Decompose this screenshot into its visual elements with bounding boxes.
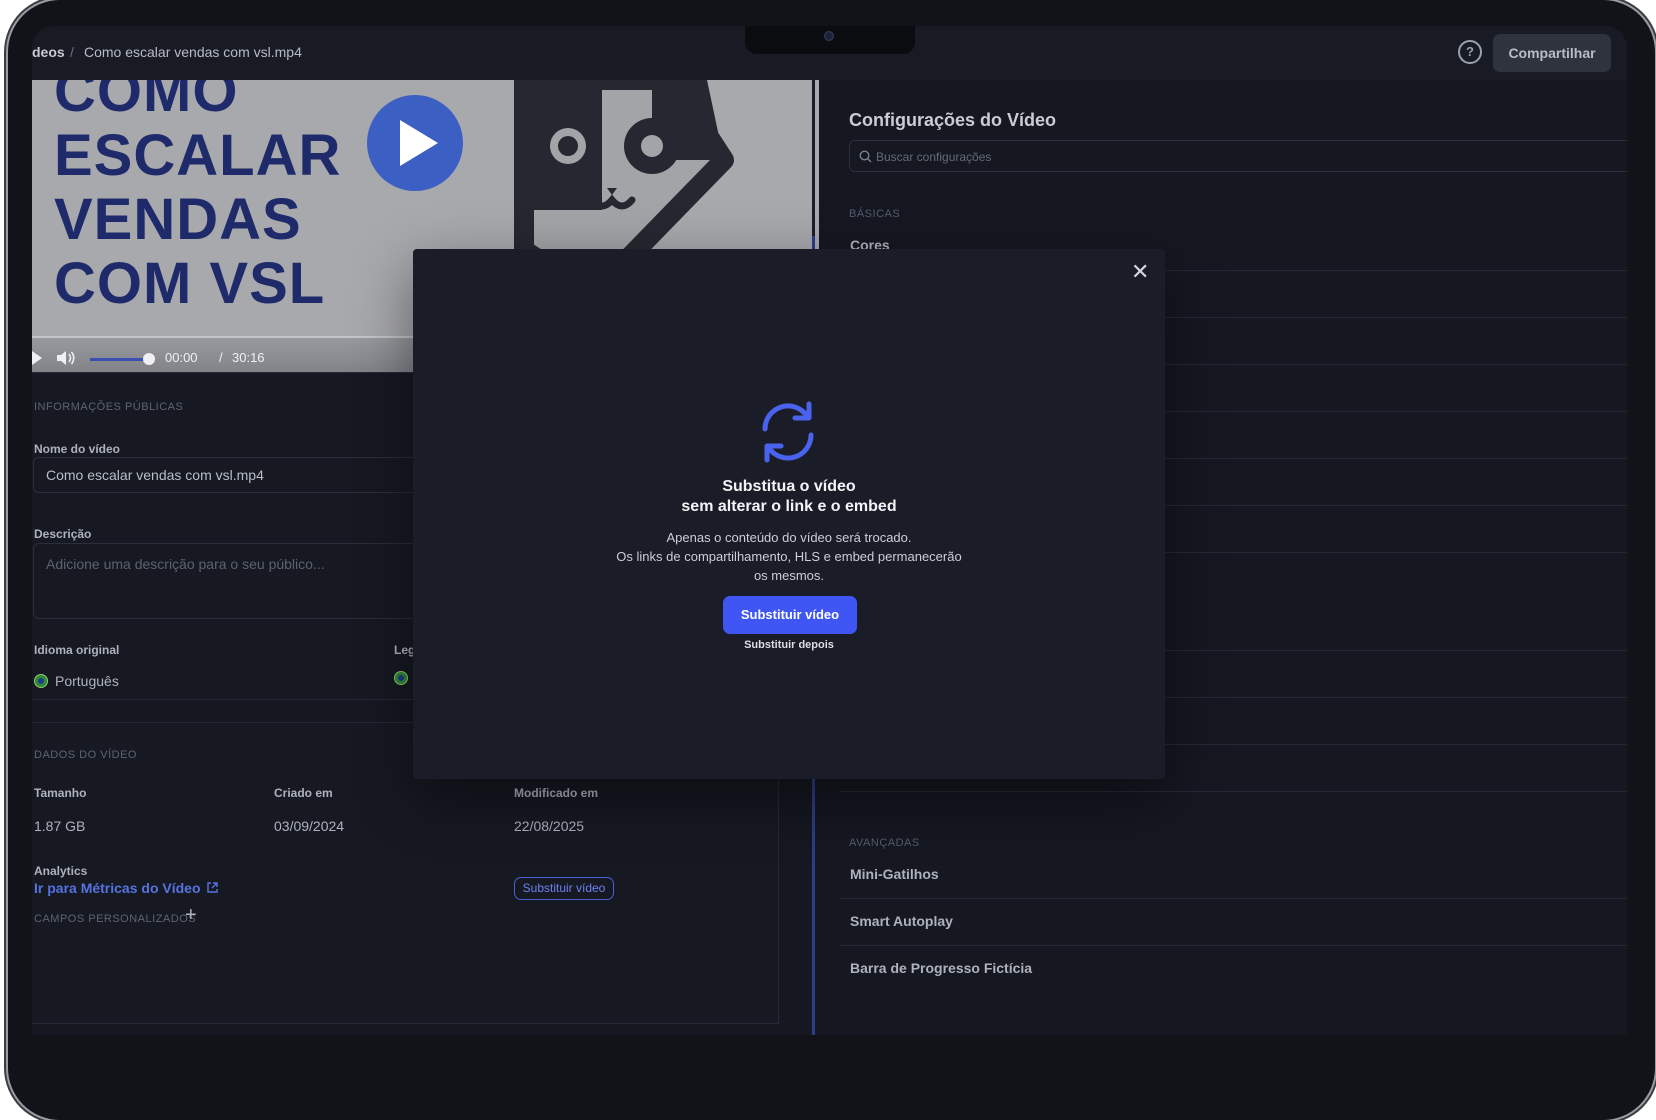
video-title-line: COMO: [54, 80, 239, 124]
thumbnail-play-icon: [367, 95, 463, 191]
size-value: 1.87 GB: [34, 818, 86, 834]
modal-text-line1: Apenas o conteúdo do vídeo será trocado.: [666, 530, 912, 545]
breadcrumb-videos[interactable]: deos: [32, 44, 65, 60]
time-separator: /: [219, 350, 223, 365]
divider: [840, 791, 1627, 792]
replace-video-modal: ✕ Substitua o vídeo sem alterar o link e…: [413, 249, 1165, 779]
section-label-custom-fields: CAMPOS PERSONALIZADOS: [34, 913, 197, 925]
modified-label: Modificado em: [514, 786, 599, 800]
replace-video-confirm-button[interactable]: Substituir vídeo: [723, 596, 857, 634]
settings-item-smart-autoplay[interactable]: Smart Autoplay: [850, 913, 953, 929]
original-language-label: Idioma original: [34, 643, 120, 657]
settings-title: Configurações do Vídeo: [849, 110, 1057, 130]
camera-icon: [824, 31, 834, 41]
video-title-line: ESCALAR: [54, 123, 342, 188]
camera-notch: [745, 26, 915, 54]
section-label-public-info: INFORMAÇÕES PÚBLICAS: [34, 401, 184, 413]
modified-value: 22/08/2025: [514, 818, 585, 834]
description-label: Descrição: [34, 527, 92, 541]
replace-later-link[interactable]: Substituir depois: [413, 639, 1165, 651]
section-label-basic: BÁSICAS: [849, 208, 901, 220]
section-label-advanced: AVANÇADAS: [849, 837, 920, 849]
settings-item-mini-triggers[interactable]: Mini-Gatilhos: [850, 866, 939, 882]
volume-icon[interactable]: [56, 350, 76, 366]
modal-text-line3: os mesmos.: [753, 568, 825, 583]
video-duration: 30:16: [232, 350, 265, 365]
size-label: Tamanho: [34, 786, 87, 800]
share-button[interactable]: Compartilhar: [1493, 34, 1611, 72]
modal-text-line2: Os links de compartilhamento, HLS e embe…: [616, 549, 962, 564]
analytics-link[interactable]: Ir para Métricas do Vídeo: [34, 880, 219, 896]
breadcrumb-separator: /: [70, 44, 74, 60]
section-label-video-data: DADOS DO VÍDEO: [34, 749, 137, 761]
created-label: Criado em: [274, 786, 333, 800]
play-icon[interactable]: [32, 351, 42, 365]
current-time: 00:00: [165, 350, 198, 365]
add-custom-field-icon[interactable]: +: [185, 904, 197, 927]
help-icon[interactable]: ?: [1458, 40, 1482, 64]
external-link-icon: [207, 882, 219, 893]
divider: [840, 945, 1627, 946]
breadcrumb-current: Como escalar vendas com vsl.mp4: [84, 44, 302, 60]
app-screen: deos / Como escalar vendas com vsl.mp4 ?…: [32, 26, 1627, 1035]
volume-slider-handle[interactable]: [143, 353, 155, 365]
divider: [840, 898, 1627, 899]
settings-search-input[interactable]: Buscar configurações: [849, 140, 1627, 172]
modal-title-line1: Substitua o vídeo: [722, 478, 856, 495]
video-name-label: Nome do vídeo: [34, 442, 121, 456]
refresh-icon: [762, 401, 814, 463]
brazil-flag-icon: [394, 671, 408, 685]
modal-title-line2: sem alterar o link e o embed: [681, 498, 897, 515]
brazil-flag-icon: [34, 674, 48, 688]
settings-item-fake-progress-bar[interactable]: Barra de Progresso Fictícia: [850, 960, 1032, 976]
original-language-select[interactable]: Português: [55, 673, 119, 689]
volume-slider[interactable]: [90, 358, 150, 361]
search-icon: [859, 150, 872, 163]
close-icon[interactable]: ✕: [1131, 259, 1149, 285]
replace-video-button[interactable]: Substituir vídeo: [514, 877, 614, 900]
video-title-line: VENDAS: [54, 187, 302, 252]
video-title-line: COM VSL: [54, 251, 326, 316]
analytics-label: Analytics: [34, 864, 88, 878]
created-value: 03/09/2024: [274, 818, 345, 834]
